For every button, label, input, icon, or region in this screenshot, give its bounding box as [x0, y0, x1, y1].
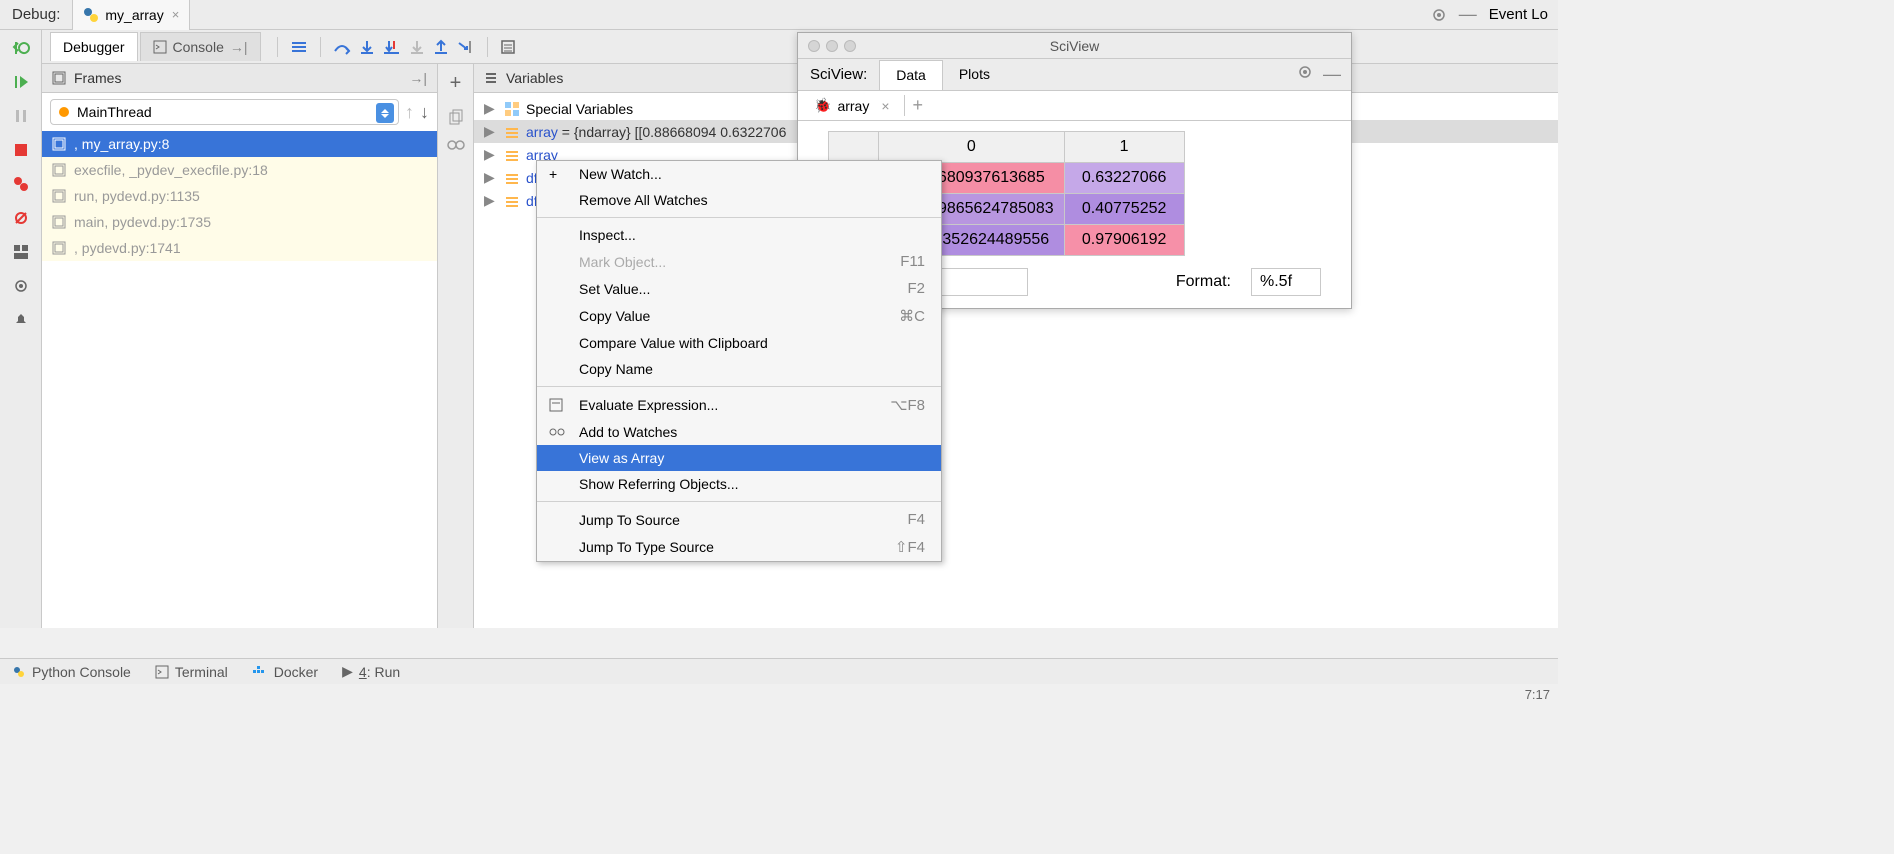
- add-tab-icon[interactable]: +: [904, 95, 932, 116]
- python-icon: [12, 665, 26, 679]
- pin-icon[interactable]: [11, 310, 31, 330]
- event-log-label[interactable]: Event Lo: [1489, 6, 1548, 23]
- top-bar: Debug: my_array × — Event Lo: [0, 0, 1558, 30]
- run-button[interactable]: ▶ 4: Run: [342, 663, 400, 680]
- format-input[interactable]: [1251, 268, 1321, 296]
- thread-selector[interactable]: MainThread: [50, 99, 399, 125]
- thread-name: MainThread: [77, 104, 152, 120]
- menu-item[interactable]: Copy Name: [537, 356, 941, 382]
- expand-icon[interactable]: ▶: [484, 146, 498, 163]
- expand-icon[interactable]: ▶: [484, 192, 498, 209]
- close-icon[interactable]: ×: [881, 98, 889, 114]
- frames-pin-icon[interactable]: →|: [409, 70, 427, 86]
- terminal-icon: [155, 665, 169, 679]
- expand-icon[interactable]: ▶: [484, 100, 498, 117]
- menu-item[interactable]: Jump To Type Source⇧F4: [537, 533, 941, 561]
- menu-item[interactable]: View as Array: [537, 445, 941, 471]
- frames-panel: Frames →| MainThread ↑ ↓ , my_array.py:8…: [42, 64, 438, 628]
- copy-icon[interactable]: [448, 109, 464, 125]
- frame-item[interactable]: run, pydevd.py:1135: [42, 183, 437, 209]
- gear-icon[interactable]: [1297, 64, 1313, 85]
- python-icon: [83, 7, 99, 23]
- python-console-button[interactable]: Python Console: [12, 664, 131, 680]
- menu-item[interactable]: Show Referring Objects...: [537, 471, 941, 497]
- thread-status-icon: [59, 107, 69, 117]
- menu-item[interactable]: +New Watch...: [537, 161, 941, 187]
- sciview-data-tab[interactable]: Data: [879, 60, 943, 90]
- menu-item[interactable]: Compare Value with Clipboard: [537, 330, 941, 356]
- sciview-plots-tab[interactable]: Plots: [943, 60, 1006, 89]
- menu-item: Mark Object...F11: [537, 248, 941, 275]
- menu-item[interactable]: Inspect...: [537, 222, 941, 248]
- mute-breakpoints-icon[interactable]: [11, 208, 31, 228]
- frames-icon: [52, 71, 66, 85]
- dropdown-spinner-icon[interactable]: [376, 103, 394, 123]
- step-over-icon[interactable]: [333, 39, 351, 55]
- expand-icon[interactable]: ▶: [484, 169, 498, 186]
- show-execution-icon[interactable]: [290, 39, 308, 55]
- close-icon[interactable]: ×: [172, 7, 180, 22]
- traffic-min-icon[interactable]: [826, 40, 838, 52]
- stop-icon[interactable]: [11, 140, 31, 160]
- array-data-tab[interactable]: 🐞 array ×: [806, 93, 898, 118]
- sciview-titlebar[interactable]: SciView: [798, 33, 1351, 59]
- sciview-title: SciView: [1050, 38, 1100, 54]
- menu-item[interactable]: Jump To SourceF4: [537, 506, 941, 533]
- force-step-into-icon[interactable]: [409, 39, 425, 55]
- menu-item[interactable]: Set Value...F2: [537, 275, 941, 302]
- console-icon: [153, 40, 167, 54]
- console-tab[interactable]: Console →|: [140, 32, 261, 61]
- run-to-cursor-icon[interactable]: [457, 39, 475, 55]
- next-frame-icon[interactable]: ↓: [420, 102, 429, 123]
- resume-icon[interactable]: [11, 72, 31, 92]
- step-out-icon[interactable]: [433, 39, 449, 55]
- status-time: 7:17: [1525, 687, 1550, 702]
- debug-label: Debug:: [0, 6, 72, 23]
- frames-header: Frames →|: [42, 64, 437, 93]
- evaluate-icon[interactable]: [500, 39, 516, 55]
- layout-icon[interactable]: [11, 242, 31, 262]
- bug-icon: 🐞: [814, 97, 831, 114]
- gear-icon[interactable]: [1431, 7, 1447, 23]
- rerun-icon[interactable]: [11, 38, 31, 58]
- variables-icon: [484, 71, 498, 85]
- docker-icon: [252, 666, 268, 678]
- pause-icon[interactable]: [11, 106, 31, 126]
- terminal-button[interactable]: Terminal: [155, 664, 228, 680]
- sciview-label: SciView:: [798, 66, 879, 83]
- traffic-close-icon[interactable]: [808, 40, 820, 52]
- expand-icon[interactable]: ▶: [484, 123, 498, 140]
- file-name: my_array: [105, 7, 163, 23]
- docker-button[interactable]: Docker: [252, 664, 318, 680]
- menu-item[interactable]: Remove All Watches: [537, 187, 941, 213]
- bottom-toolbar: Python Console Terminal Docker ▶ 4: Run: [0, 658, 1558, 684]
- settings-icon[interactable]: [11, 276, 31, 296]
- menu-item[interactable]: Add to Watches: [537, 419, 941, 445]
- grid-icon: [504, 101, 520, 117]
- frame-item[interactable]: , my_array.py:8: [42, 131, 437, 157]
- menu-item[interactable]: Copy Value⌘C: [537, 302, 941, 330]
- play-icon: ▶: [342, 663, 353, 680]
- frame-item[interactable]: execfile, _pydev_execfile.py:18: [42, 157, 437, 183]
- prev-frame-icon[interactable]: ↑: [405, 102, 414, 123]
- frame-item[interactable]: main, pydevd.py:1735: [42, 209, 437, 235]
- minimize-icon[interactable]: —: [1459, 4, 1477, 25]
- file-tab[interactable]: my_array ×: [72, 0, 190, 30]
- step-into-icon[interactable]: [359, 39, 375, 55]
- view-breakpoints-icon[interactable]: [11, 174, 31, 194]
- watches-view-icon[interactable]: [447, 139, 465, 151]
- minimize-icon[interactable]: —: [1323, 64, 1341, 85]
- debug-controls-rail: [0, 30, 42, 628]
- step-into-my-code-icon[interactable]: [383, 39, 401, 55]
- debugger-tab[interactable]: Debugger: [50, 32, 138, 61]
- context-menu: +New Watch...Remove All Watches Inspect..…: [536, 160, 942, 562]
- add-watch-icon[interactable]: +: [450, 72, 462, 95]
- menu-item[interactable]: Evaluate Expression...⌥F8: [537, 391, 941, 419]
- frame-item[interactable]: , pydevd.py:1741: [42, 235, 437, 261]
- traffic-max-icon[interactable]: [844, 40, 856, 52]
- format-label: Format:: [1176, 273, 1231, 291]
- variables-rail: +: [438, 64, 474, 628]
